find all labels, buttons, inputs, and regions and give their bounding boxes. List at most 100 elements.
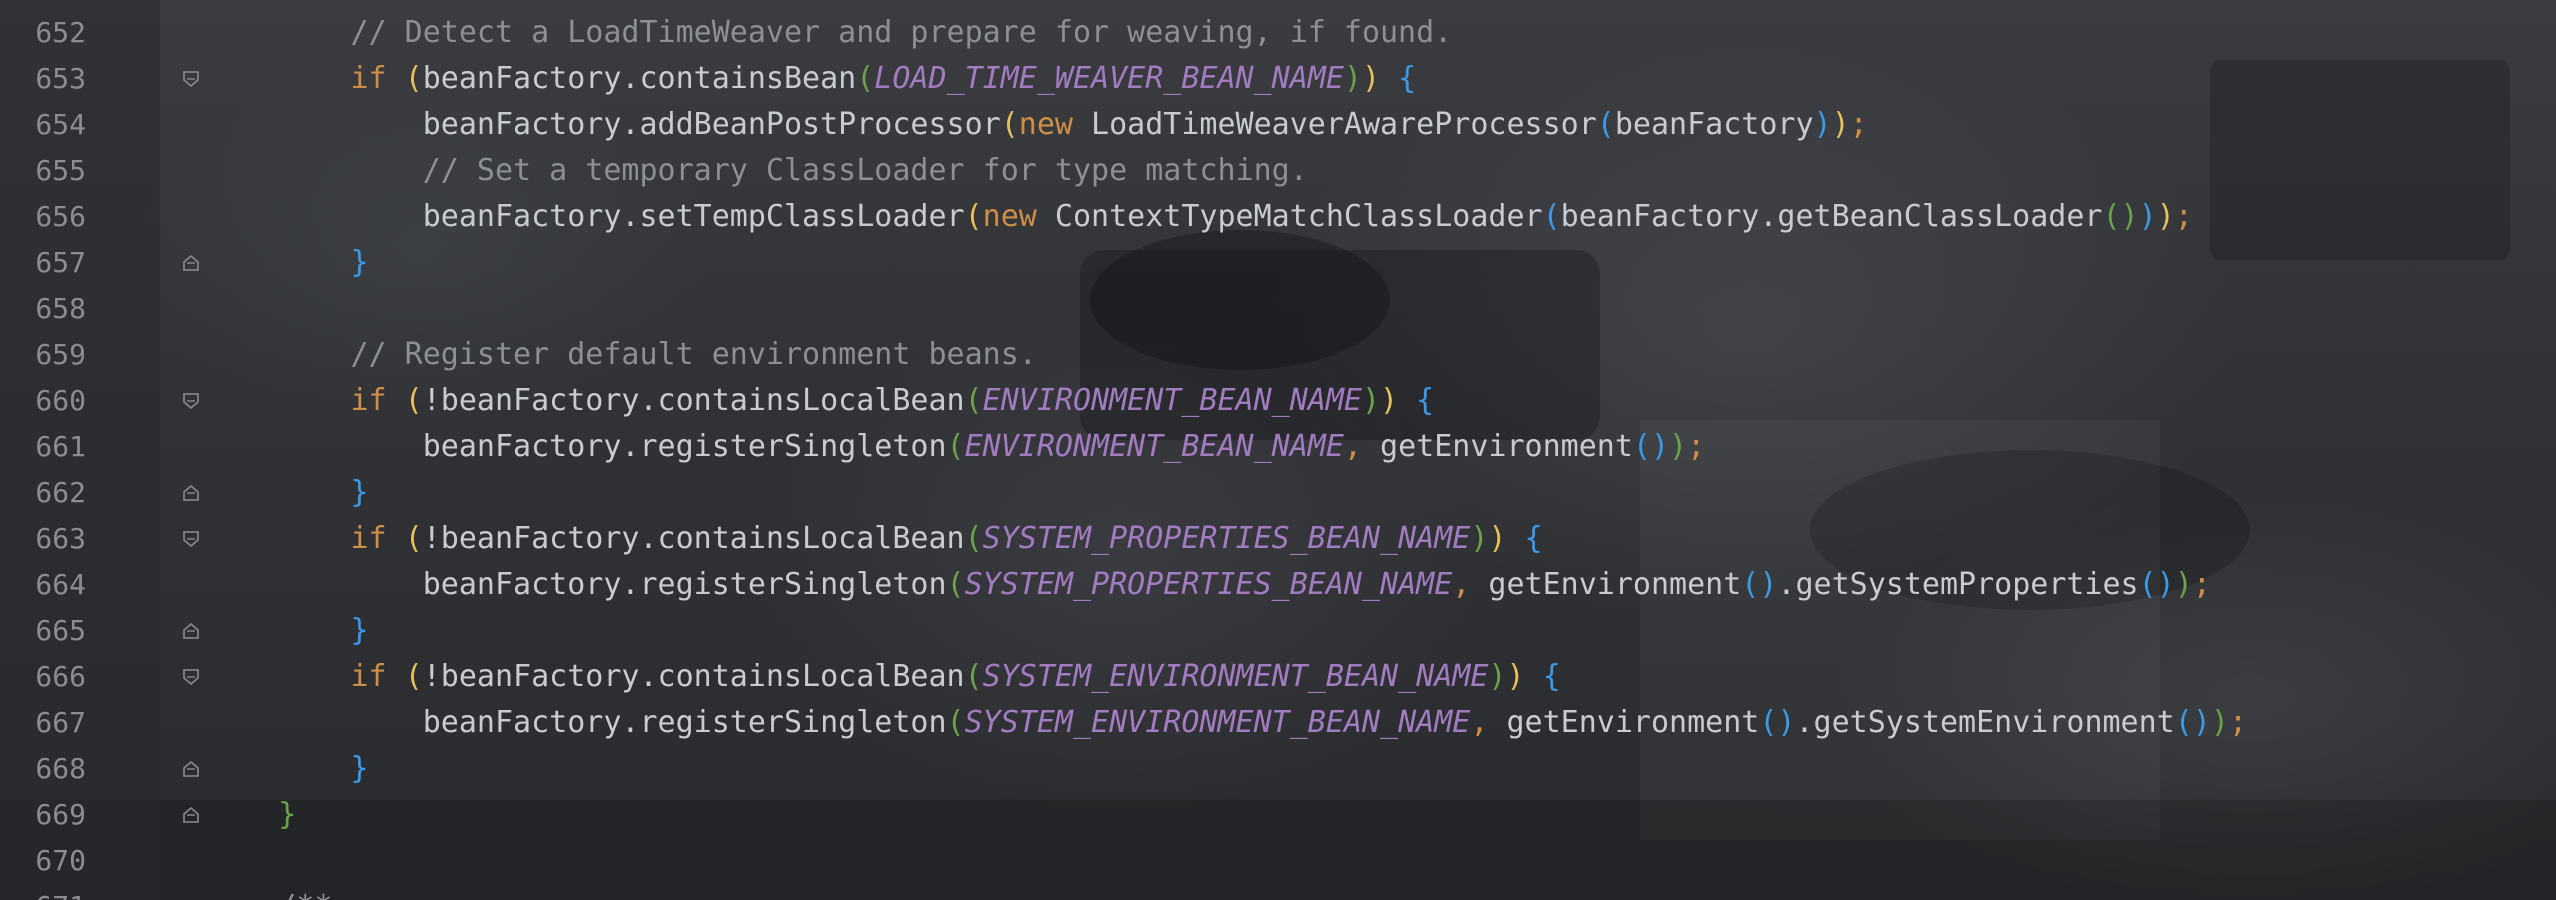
punctuation-token: ; <box>1849 107 1868 142</box>
code-line-667[interactable]: 667 beanFactory.registerSingleton(SYSTEM… <box>0 700 2556 746</box>
brace-token: } <box>278 797 297 832</box>
code-text[interactable]: beanFactory.setTempClassLoader(new Conte… <box>206 194 2193 240</box>
code-text[interactable]: /** <box>206 884 332 900</box>
line-number: 659 <box>35 338 86 371</box>
paren-token: ( <box>946 705 965 740</box>
punctuation-token: , <box>1452 567 1489 602</box>
code-token: beanFactory.registerSingleton <box>206 705 947 740</box>
code-line-652[interactable]: 652 // Detect a LoadTimeWeaver and prepa… <box>0 10 2556 56</box>
paren-token: ( <box>964 659 983 694</box>
code-line-661[interactable]: 661 beanFactory.registerSingleton(ENVIRO… <box>0 424 2556 470</box>
punctuation-token: , <box>1343 429 1381 464</box>
code-text[interactable]: } <box>206 792 296 838</box>
brace-token: } <box>350 475 369 510</box>
line-number: 671 <box>0 884 86 900</box>
code-line-656[interactable]: 656 beanFactory.setTempClassLoader(new C… <box>0 194 2556 240</box>
code-line-671[interactable]: 671 /** <box>0 884 2556 900</box>
paren-token: ) <box>2138 199 2157 234</box>
code-line-655[interactable]: 655 // Set a temporary ClassLoader for t… <box>0 148 2556 194</box>
code-text[interactable]: } <box>206 240 369 286</box>
paren-token: ) <box>1470 521 1489 556</box>
code-text[interactable]: } <box>206 470 369 516</box>
brace-token: } <box>350 613 369 648</box>
code-text[interactable]: // Set a temporary ClassLoader for type … <box>206 148 1308 194</box>
paren-token: ) <box>1361 383 1381 418</box>
punctuation-token: ; <box>2174 199 2193 234</box>
paren-token: ) <box>1813 107 1832 142</box>
code-line-664[interactable]: 664 beanFactory.registerSingleton(SYSTEM… <box>0 562 2556 608</box>
fold-close-icon[interactable] <box>182 806 200 824</box>
paren-token: ( <box>964 383 983 418</box>
code-line-658[interactable]: 658 <box>0 286 2556 332</box>
code-text[interactable]: if (!beanFactory.containsLocalBean(SYSTE… <box>206 516 1543 562</box>
line-number: 663 <box>35 522 86 555</box>
code-text[interactable]: if (!beanFactory.containsLocalBean(ENVIR… <box>206 378 1435 424</box>
fold-close-icon[interactable] <box>182 484 200 502</box>
code-text[interactable]: } <box>206 746 369 792</box>
paren-token: ( <box>404 521 423 556</box>
fold-open-icon[interactable] <box>182 70 200 88</box>
fold-open-icon[interactable] <box>182 392 200 410</box>
code-editor[interactable]: 652 // Detect a LoadTimeWeaver and prepa… <box>0 0 2556 900</box>
constant-token: SYSTEM_PROPERTIES_BEAN_NAME <box>982 521 1471 556</box>
brace-token: { <box>1524 521 1543 556</box>
line-number: 666 <box>35 660 86 693</box>
code-token: !beanFactory.containsLocalBean <box>422 659 965 694</box>
code-line-665[interactable]: 665 } <box>0 608 2556 654</box>
keyword-token: new <box>1018 107 1092 142</box>
fold-open-icon[interactable] <box>182 668 200 686</box>
code-text[interactable]: beanFactory.registerSingleton(SYSTEM_PRO… <box>206 562 2211 608</box>
fold-close-icon[interactable] <box>182 254 200 272</box>
code-text[interactable]: // Detect a LoadTimeWeaver and prepare f… <box>206 10 1452 56</box>
code-text[interactable]: if (!beanFactory.containsLocalBean(SYSTE… <box>206 654 1561 700</box>
constant-token: SYSTEM_ENVIRONMENT_BEAN_NAME <box>964 705 1471 740</box>
paren-token: ) <box>1669 429 1688 464</box>
keyword-token: if <box>350 521 405 556</box>
fold-open-icon[interactable] <box>182 530 200 548</box>
code-line-654[interactable]: 654 beanFactory.addBeanPostProcessor(new… <box>0 102 2556 148</box>
brace-token: } <box>350 751 369 786</box>
line-number: 654 <box>35 108 86 141</box>
code-line-660[interactable]: 660 if (!beanFactory.containsLocalBean(E… <box>0 378 2556 424</box>
code-token: beanFactory <box>1614 107 1814 142</box>
code-line-657[interactable]: 657 } <box>0 240 2556 286</box>
comment-token: // Detect a LoadTimeWeaver and prepare f… <box>206 15 1453 50</box>
code-line-653[interactable]: 653 if (beanFactory.containsBean(LOAD_TI… <box>0 56 2556 102</box>
code-text[interactable]: beanFactory.addBeanPostProcessor(new Loa… <box>206 102 1868 148</box>
keyword-token: new <box>982 199 1055 234</box>
code-text[interactable]: } <box>206 608 369 654</box>
paren-token: () <box>1759 705 1796 740</box>
code-token: beanFactory.registerSingleton <box>206 429 947 464</box>
code-line-668[interactable]: 668 } <box>0 746 2556 792</box>
code-text[interactable]: // Register default environment beans. <box>206 332 1036 378</box>
paren-token: ( <box>964 521 983 556</box>
code-line-669[interactable]: 669 } <box>0 792 2556 838</box>
paren-token: ) <box>1488 521 1507 556</box>
code-lines: 652 // Detect a LoadTimeWeaver and prepa… <box>0 10 2556 900</box>
code-line-666[interactable]: 666 if (!beanFactory.containsLocalBean(S… <box>0 654 2556 700</box>
code-text[interactable]: beanFactory.registerSingleton(SYSTEM_ENV… <box>206 700 2247 746</box>
constant-token: LOAD_TIME_WEAVER_BEAN_NAME <box>874 61 1344 96</box>
code-line-662[interactable]: 662 } <box>0 470 2556 516</box>
line-number: 661 <box>35 430 86 463</box>
code-token: !beanFactory.containsLocalBean <box>422 383 965 418</box>
paren-token: ) <box>1380 383 1399 418</box>
code-line-670[interactable]: 670 <box>0 838 2556 884</box>
paren-token: ( <box>1000 107 1019 142</box>
code-token: getEnvironment <box>1506 705 1760 740</box>
fold-close-icon[interactable] <box>182 622 200 640</box>
code-text[interactable]: if (beanFactory.containsBean(LOAD_TIME_W… <box>206 56 1417 102</box>
code-line-659[interactable]: 659 // Register default environment bean… <box>0 332 2556 378</box>
punctuation-token: ; <box>2192 567 2211 602</box>
comment-token: /** <box>206 889 332 900</box>
fold-close-icon[interactable] <box>182 760 200 778</box>
code-token: .getSystemEnvironment <box>1795 705 2175 740</box>
code-line-663[interactable]: 663 if (!beanFactory.containsLocalBean(S… <box>0 516 2556 562</box>
code-text[interactable]: beanFactory.registerSingleton(ENVIRONMEN… <box>206 424 1705 470</box>
